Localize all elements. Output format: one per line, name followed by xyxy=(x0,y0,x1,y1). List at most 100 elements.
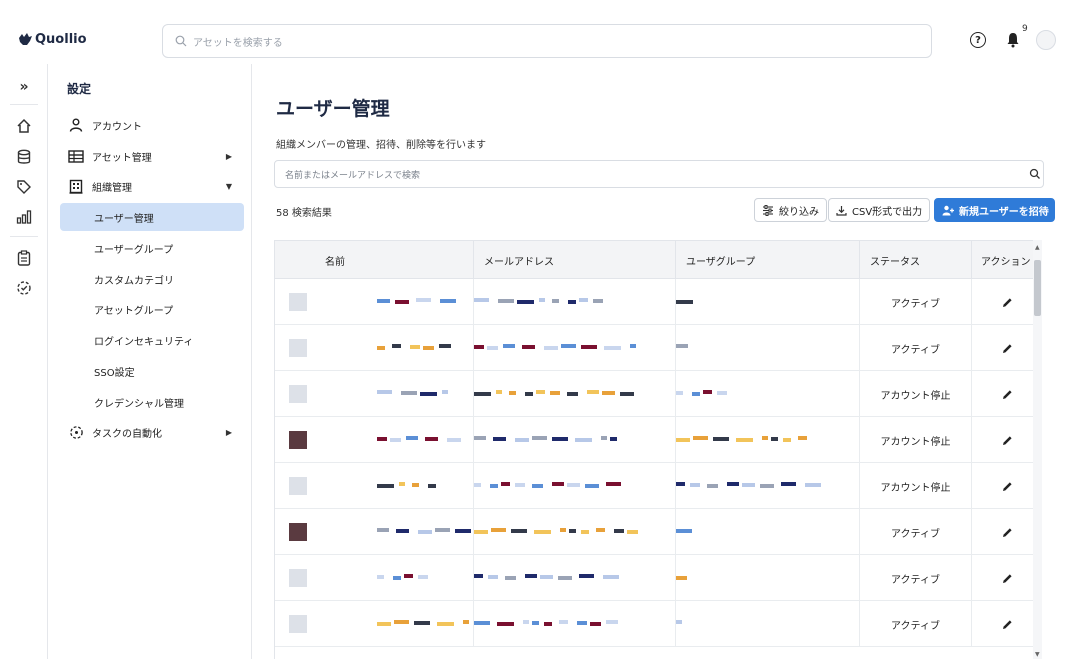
database-icon[interactable] xyxy=(14,147,34,167)
redacted-text-block xyxy=(418,530,432,534)
redacted-text-block xyxy=(487,346,498,350)
scroll-up-icon[interactable]: ▲ xyxy=(1035,244,1040,251)
edit-button[interactable] xyxy=(971,371,1041,417)
redacted-text-block xyxy=(498,299,514,303)
table-scrollbar[interactable]: ▲ ▼ xyxy=(1033,240,1042,659)
app-logo[interactable]: Quollio xyxy=(18,32,87,47)
redacted-text-block xyxy=(781,482,796,486)
users-table: 名前 メールアドレス ユーザグループ ステータス アクション アクティブ アクティ… xyxy=(274,240,1042,659)
main-content: ユーザー管理 組織メンバーの管理、招待、削除等を行います 名前またはメールアドレ… xyxy=(252,64,1086,659)
redacted-text-block xyxy=(511,529,527,533)
user-email-redacted xyxy=(473,601,653,647)
redacted-text-block xyxy=(603,575,619,579)
table-row[interactable]: アクティブ xyxy=(275,601,1041,647)
table-row[interactable]: アカウント停止 xyxy=(275,371,1041,417)
sidebar-sub-label: ログインセキュリティ xyxy=(94,336,194,348)
sidebar-item-credentials[interactable]: クレデンシャル管理 xyxy=(60,388,244,416)
redacted-text-block xyxy=(447,438,461,442)
sidebar-item-user-groups[interactable]: ユーザーグループ xyxy=(60,234,244,262)
sidebar-item-account[interactable]: アカウント xyxy=(60,112,244,138)
redacted-text-block xyxy=(532,436,547,440)
pencil-icon xyxy=(1003,343,1012,353)
redacted-text-block xyxy=(736,438,753,442)
add-user-icon xyxy=(942,205,954,215)
page-description: 組織メンバーの管理、招待、削除等を行います xyxy=(276,140,486,151)
column-header-user-group[interactable]: ユーザグループ xyxy=(675,241,859,279)
chart-icon[interactable] xyxy=(14,207,34,227)
global-search-input[interactable]: アセットを検索する xyxy=(162,24,932,58)
search-icon xyxy=(175,35,187,47)
redacted-text-block xyxy=(540,575,553,579)
user-icon xyxy=(68,117,84,133)
redacted-text-block xyxy=(552,437,568,441)
redacted-text-block xyxy=(406,436,418,440)
edit-button[interactable] xyxy=(971,325,1041,371)
table-row[interactable]: アカウント停止 xyxy=(275,463,1041,509)
user-avatar-redacted xyxy=(289,601,319,647)
sidebar-item-asset-group[interactable]: アセットグループ xyxy=(60,295,244,323)
automation-icon[interactable] xyxy=(14,278,34,298)
table-row[interactable]: アカウント停止 xyxy=(275,417,1041,463)
collapse-icon[interactable]: » xyxy=(14,77,34,97)
user-name-redacted xyxy=(377,325,457,371)
sidebar-sub-label: アセットグループ xyxy=(94,305,174,317)
column-header-name[interactable]: 名前 xyxy=(325,241,345,279)
tag-icon[interactable] xyxy=(14,177,34,197)
column-header-status[interactable]: ステータス xyxy=(859,241,971,279)
user-name-redacted xyxy=(377,371,457,417)
column-header-email[interactable]: メールアドレス xyxy=(473,241,675,279)
sidebar-item-custom-category[interactable]: カスタムカテゴリ xyxy=(60,265,244,293)
scroll-down-icon[interactable]: ▼ xyxy=(1035,651,1040,658)
edit-button[interactable] xyxy=(971,417,1041,463)
edit-button[interactable] xyxy=(971,555,1041,601)
home-icon[interactable] xyxy=(14,116,34,136)
notification-button[interactable]: 9 xyxy=(1006,24,1028,48)
user-email-redacted xyxy=(473,463,653,509)
user-avatar[interactable] xyxy=(1036,30,1056,50)
sidebar-item-asset-management[interactable]: アセット管理 ▶ xyxy=(60,143,244,169)
csv-export-button[interactable]: CSV形式で出力 xyxy=(828,198,931,222)
redacted-text-block xyxy=(394,620,409,624)
redacted-text-block xyxy=(501,482,510,486)
redacted-text-block xyxy=(410,345,420,349)
sidebar-item-user-management[interactable]: ユーザー管理 xyxy=(60,203,244,231)
redacted-text-block xyxy=(569,529,576,533)
sidebar-item-login-security[interactable]: ログインセキュリティ xyxy=(60,326,244,354)
redacted-text-block xyxy=(676,300,693,304)
user-status: アカウント停止 xyxy=(859,371,971,417)
clipboard-icon[interactable] xyxy=(14,248,34,268)
sidebar-item-org-management[interactable]: 組織管理 ▼ xyxy=(60,173,244,199)
redacted-text-block xyxy=(544,346,558,350)
sidebar-item-task-automation[interactable]: タスクの自動化 ▶ xyxy=(60,419,244,445)
redacted-text-block xyxy=(423,346,434,350)
redacted-text-block xyxy=(707,484,718,488)
edit-button[interactable] xyxy=(971,601,1041,647)
redacted-text-block xyxy=(620,392,634,396)
sidebar-sub-label: ユーザー管理 xyxy=(94,213,154,225)
sidebar-item-sso[interactable]: SSO設定 xyxy=(60,357,244,385)
filter-button[interactable]: 絞り込み xyxy=(754,198,827,222)
edit-button[interactable] xyxy=(971,279,1041,325)
pencil-icon xyxy=(1003,619,1012,629)
redacted-text-block xyxy=(440,299,456,303)
table-row[interactable]: アクティブ xyxy=(275,509,1041,555)
help-icon[interactable]: ? xyxy=(970,32,986,48)
redacted-text-block xyxy=(395,300,409,304)
user-group-redacted xyxy=(675,325,859,371)
table-row[interactable]: アクティブ xyxy=(275,279,1041,325)
user-search-input[interactable]: 名前またはメールアドレスで検索 xyxy=(274,160,1044,188)
edit-button[interactable] xyxy=(971,463,1041,509)
scroll-thumb[interactable] xyxy=(1034,260,1041,316)
redacted-text-block xyxy=(532,621,539,625)
icon-rail: » xyxy=(0,64,48,659)
filter-button-label: 絞り込み xyxy=(779,206,819,218)
invite-user-button[interactable]: 新規ユーザーを招待 xyxy=(934,198,1055,222)
redacted-text-block xyxy=(602,391,615,395)
edit-button[interactable] xyxy=(971,509,1041,555)
redacted-text-block xyxy=(399,482,405,486)
redacted-text-block xyxy=(390,438,401,442)
redacted-text-block xyxy=(559,620,568,624)
table-row[interactable]: アクティブ xyxy=(275,325,1041,371)
table-row[interactable]: アクティブ xyxy=(275,555,1041,601)
user-status: アクティブ xyxy=(859,279,971,325)
